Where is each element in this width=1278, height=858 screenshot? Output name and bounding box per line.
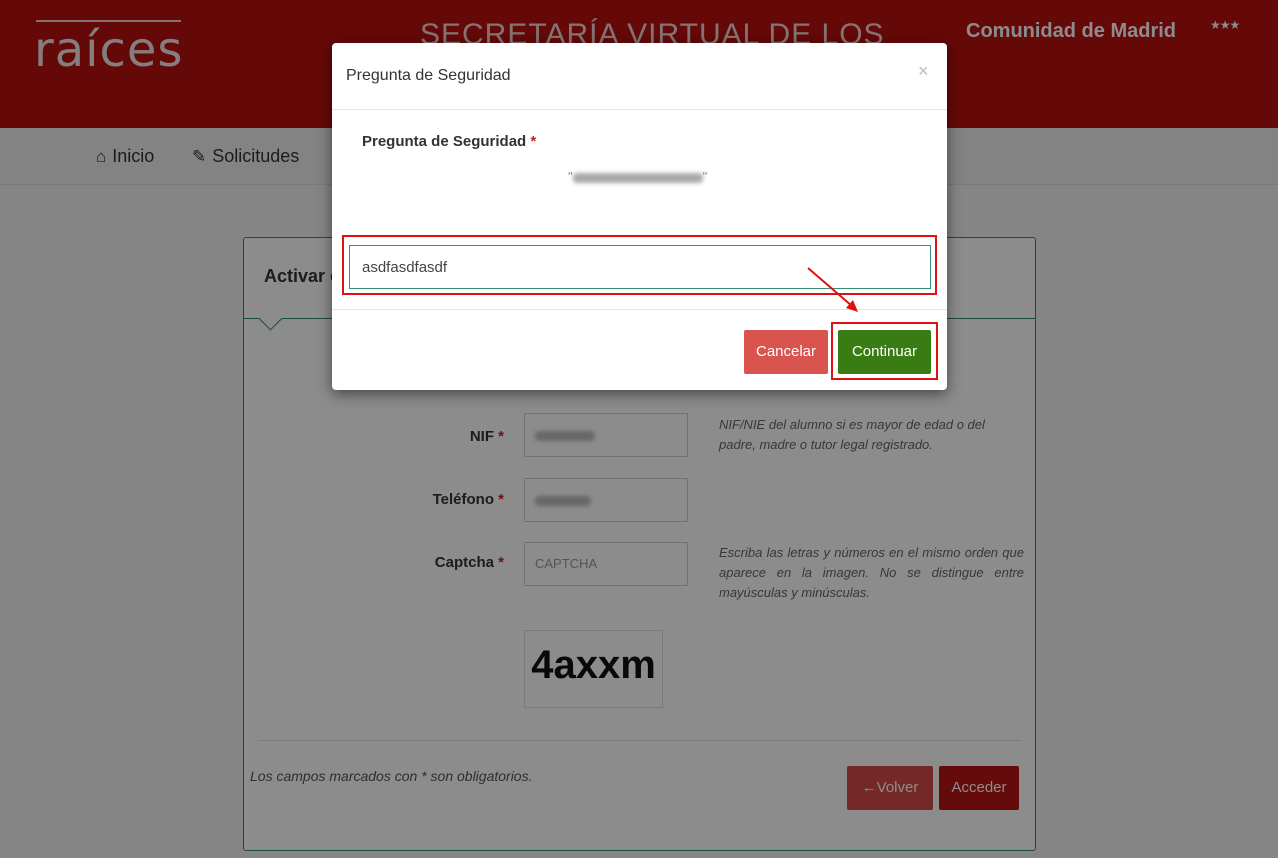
annotation-arrow-line [807, 267, 853, 307]
annotation-arrow [807, 267, 858, 312]
